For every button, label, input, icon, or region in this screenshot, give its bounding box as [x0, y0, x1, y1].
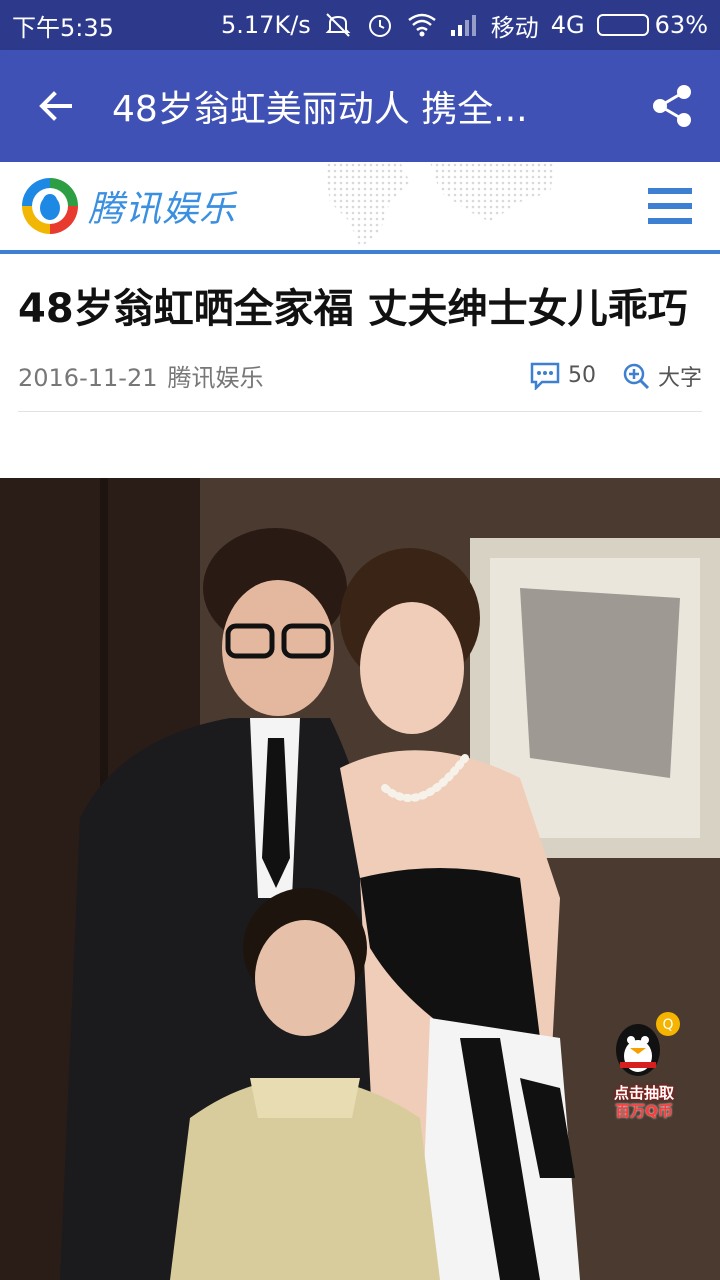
- signal-icon: [449, 10, 479, 40]
- article-source: 腾讯娱乐: [167, 364, 264, 392]
- brand-logo[interactable]: 腾讯娱乐: [18, 174, 236, 238]
- article-photo[interactable]: [0, 478, 720, 1280]
- badge-line1: 点击抽取: [613, 1084, 674, 1102]
- comment-count: 50: [567, 363, 596, 388]
- zoom-in-icon: [623, 363, 650, 389]
- world-map-decoration: [324, 162, 556, 248]
- battery-icon: 63%: [596, 11, 708, 39]
- site-header: 腾讯娱乐: [0, 162, 720, 254]
- article-headline: 48岁翁虹晒全家福 丈夫绅士女儿乖巧: [18, 286, 688, 332]
- comments-button[interactable]: 50: [530, 362, 596, 390]
- comment-icon: [530, 362, 560, 390]
- network-type: 4G: [550, 11, 585, 39]
- hamburger-menu-icon[interactable]: [648, 188, 692, 224]
- carrier-label: 移动: [490, 13, 539, 42]
- wifi-icon: [407, 10, 437, 40]
- article-byline: 2016-11-21 腾讯娱乐: [18, 358, 263, 393]
- battery-percent: 63%: [654, 11, 708, 39]
- network-speed: 5.17K/s: [221, 11, 311, 39]
- status-time: 下午5:35: [12, 13, 114, 42]
- mute-icon: [323, 10, 353, 40]
- share-icon: [653, 85, 691, 127]
- font-size-button[interactable]: 大字: [622, 360, 702, 392]
- qq-penguin-icon: Q: [616, 1012, 680, 1076]
- promo-badge[interactable]: Q 点击抽取 百万Q币: [602, 1010, 686, 1120]
- badge-line2: 百万Q币: [615, 1102, 673, 1120]
- alarm-icon: [365, 10, 395, 40]
- app-bar: 48岁翁虹美丽动人 携全...: [0, 50, 720, 162]
- share-button[interactable]: [624, 50, 720, 162]
- tencent-logo-icon: [20, 176, 80, 236]
- status-bar: 下午5:35 5.17K/s 移动 4G 63%: [0, 0, 720, 50]
- app-bar-title: 48岁翁虹美丽动人 携全...: [112, 89, 528, 130]
- back-button[interactable]: [0, 50, 112, 162]
- status-right: 5.17K/s 移动 4G 63%: [221, 8, 708, 43]
- brand-name: 腾讯娱乐: [88, 189, 237, 230]
- article-date: 2016-11-21: [18, 364, 158, 392]
- font-size-label: 大字: [657, 365, 702, 391]
- article-meta: 2016-11-21 腾讯娱乐 50 大字: [18, 352, 702, 412]
- arrow-left-icon: [39, 91, 72, 121]
- svg-text:Q: Q: [662, 1017, 673, 1033]
- article-header: 48岁翁虹晒全家福 丈夫绅士女儿乖巧 2016-11-21 腾讯娱乐 50 大字: [0, 258, 720, 412]
- article-actions: 50 大字: [530, 360, 702, 392]
